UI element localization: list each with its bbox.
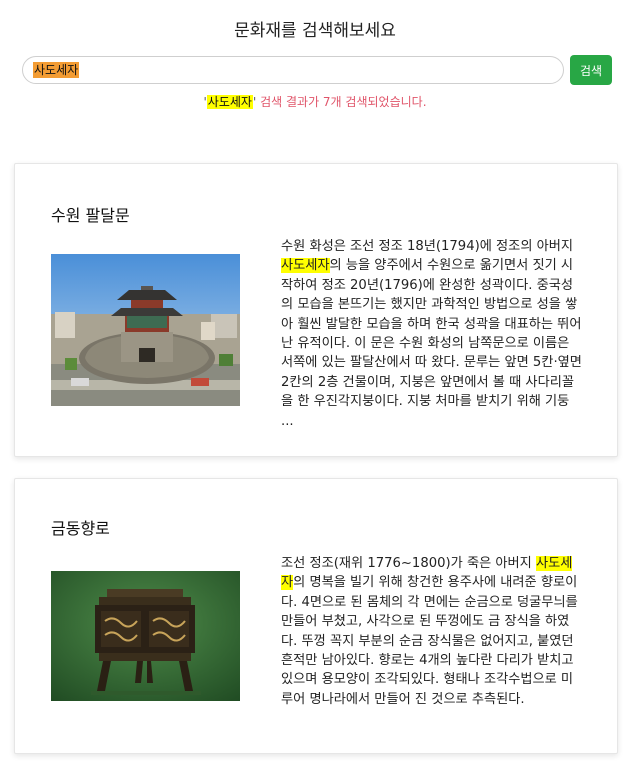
result-card[interactable]: 수원 팔달문 수원 화성은 조선 정조 18년(1794)에 정조의 아버지 사…: [14, 163, 618, 457]
description-text: 수원 화성은 조선 정조 18년(1794)에 정조의 아버지: [281, 239, 574, 254]
palace-gate-photo[interactable]: [51, 254, 240, 406]
keyword-highlight: 사도세자: [281, 258, 330, 274]
result-count-text: 검색 결과가 7개 검색되었습니다.: [256, 95, 427, 109]
search-bar: 사도세자 검색: [22, 55, 612, 85]
search-result-message: '사도세자' 검색 결과가 7개 검색되었습니다.: [0, 93, 630, 110]
incense-burner-photo[interactable]: [51, 571, 240, 701]
card-title[interactable]: 수원 팔달문: [51, 202, 130, 226]
page-title: 문화재를 검색해보세요: [234, 21, 396, 41]
result-card[interactable]: 금동향로 조선 정조(재위 1776~1800)가 죽은 아버지 사도세자의 명…: [14, 478, 618, 754]
result-keyword-highlight: 사도세자: [206, 95, 253, 109]
search-input[interactable]: 사도세자: [22, 56, 564, 84]
description-text: 의 명복을 빌기 위해 창건한 용주사에 내려준 향로이다. 4면으로 된 몸체…: [281, 575, 578, 707]
card-title[interactable]: 금동향로: [51, 515, 110, 539]
description-text: 의 능을 양주에서 수원으로 옮기면서 짓기 시작하여 정조 20년(1796)…: [281, 258, 582, 429]
description-text: 조선 정조(재위 1776~1800)가 죽은 아버지: [281, 556, 537, 571]
card-description: 조선 정조(재위 1776~1800)가 죽은 아버지 사도세자의 명복을 빌기…: [281, 554, 583, 709]
search-input-text: 사도세자: [33, 62, 80, 78]
search-button[interactable]: 검색: [570, 55, 612, 85]
card-description: 수원 화성은 조선 정조 18년(1794)에 정조의 아버지 사도세자의 능을…: [281, 237, 583, 431]
